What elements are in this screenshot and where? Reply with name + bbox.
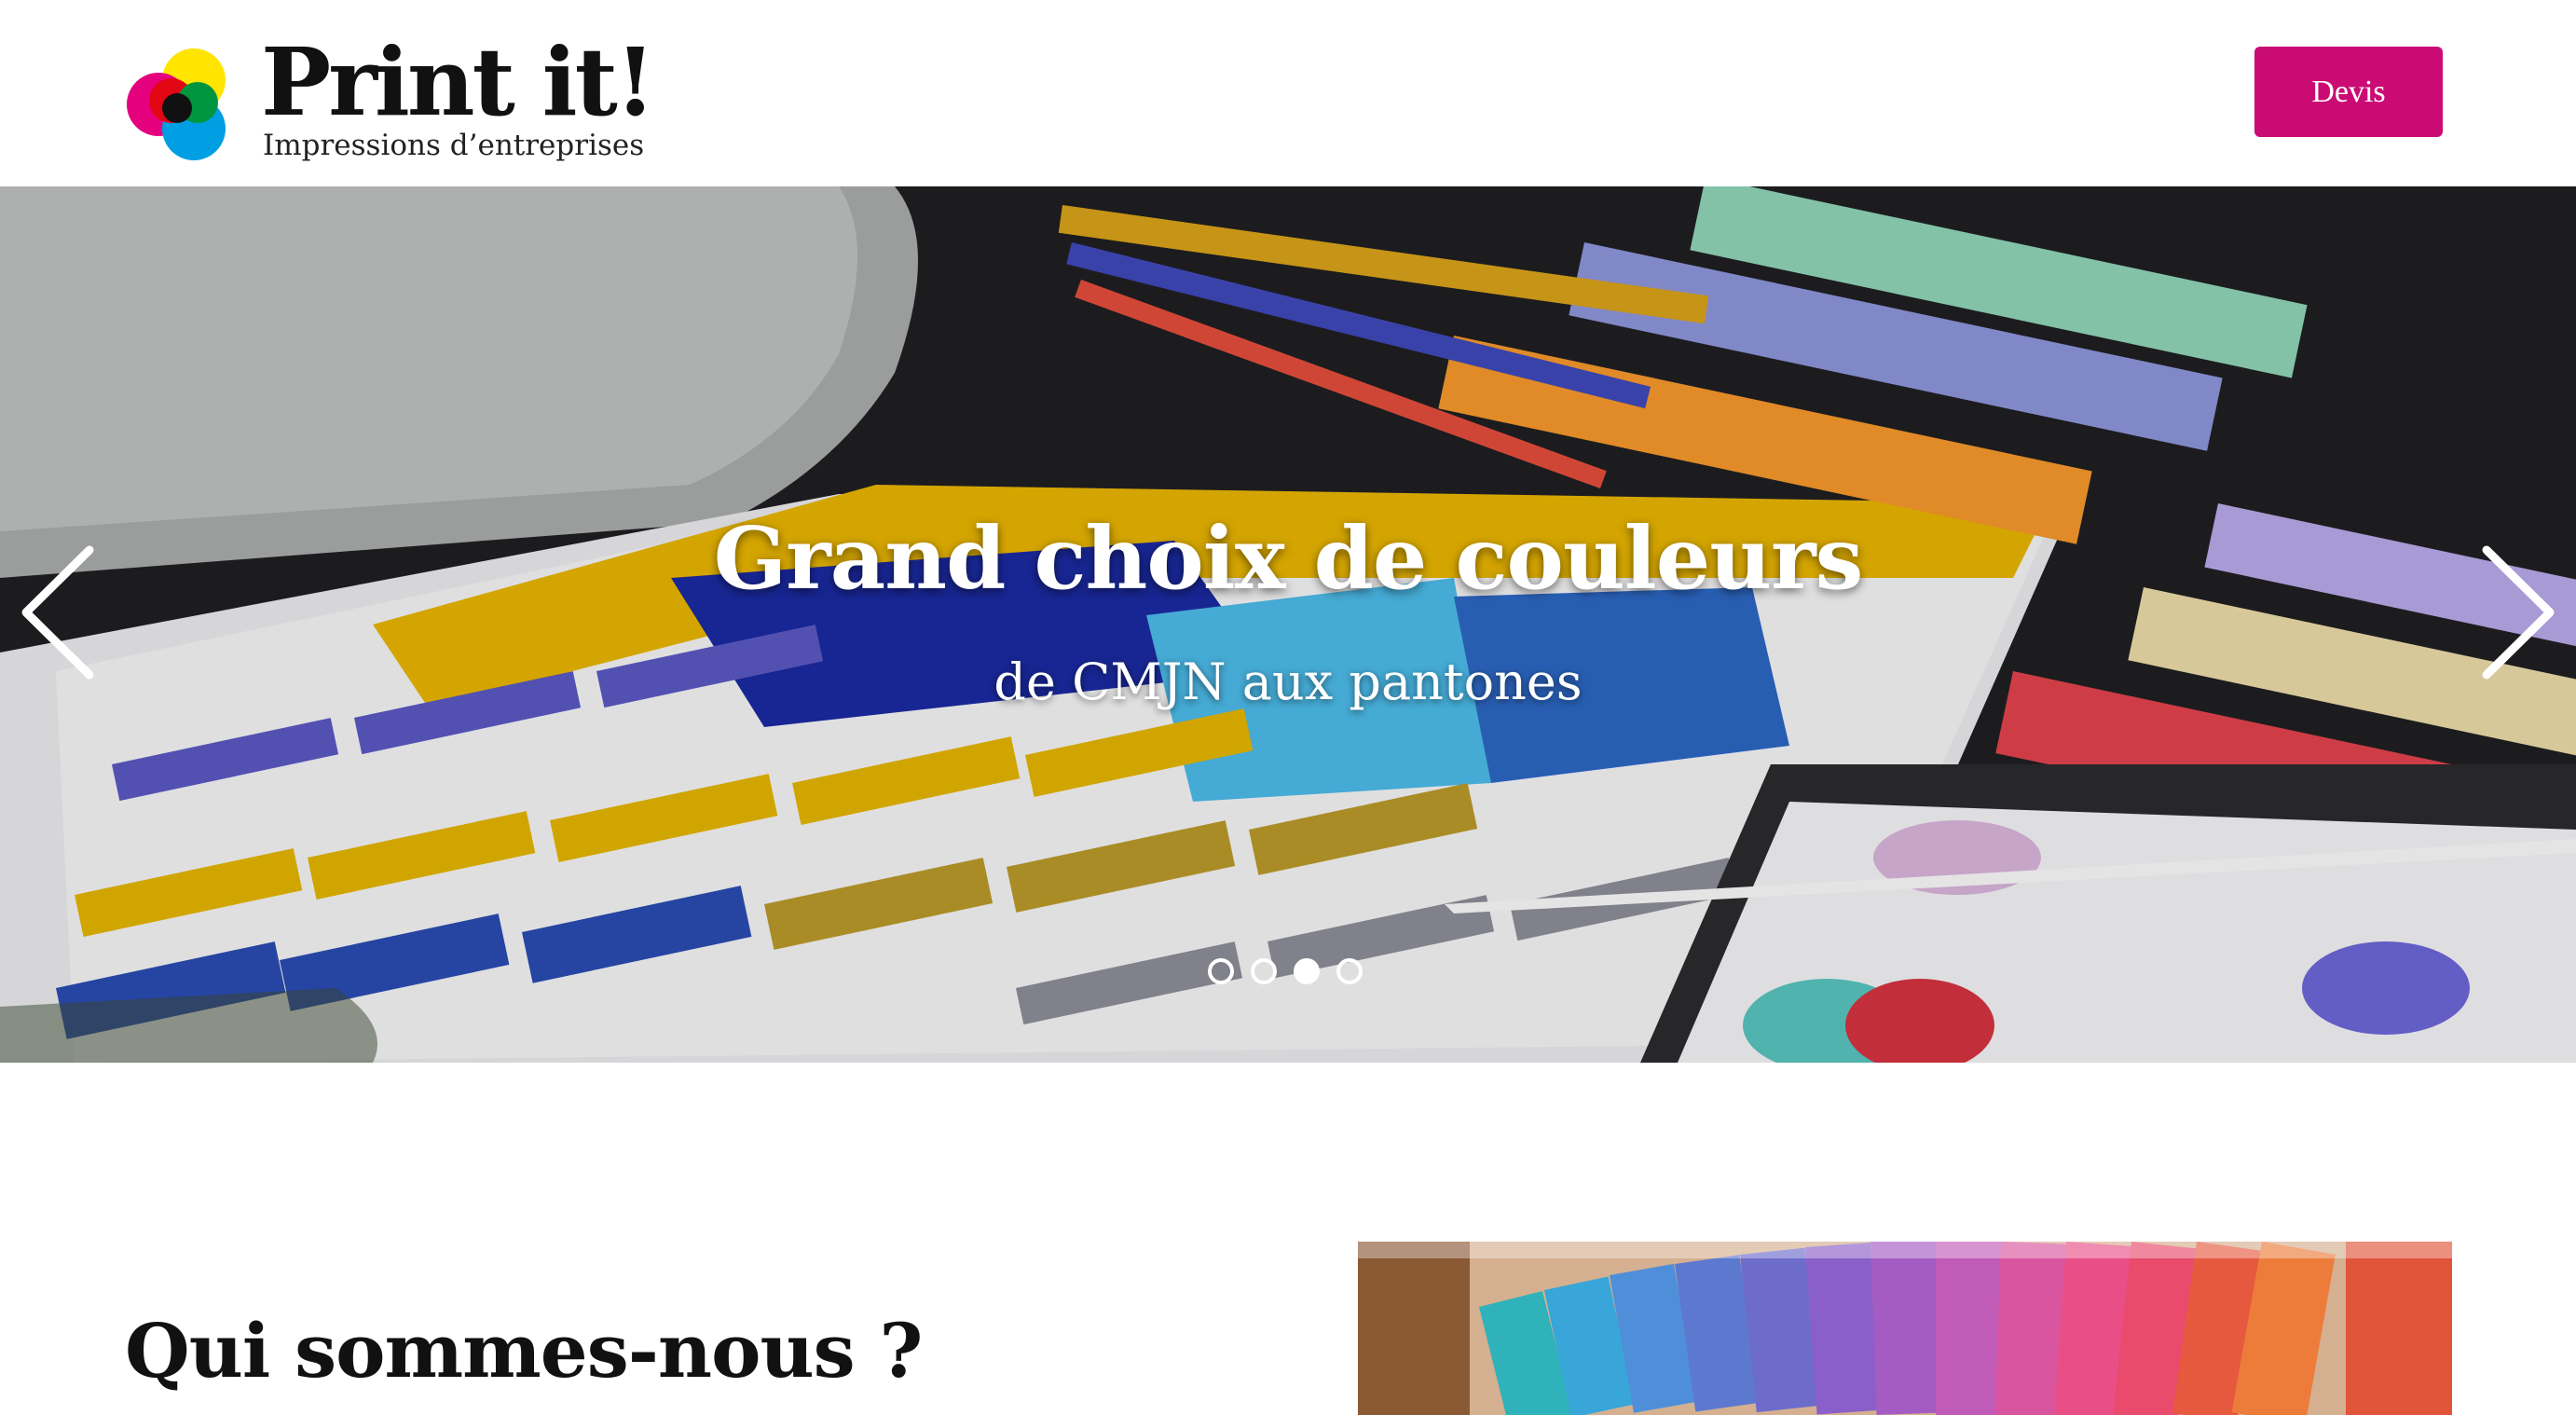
site-header: Print it! Impressions d’entreprises Devi… bbox=[0, 0, 2576, 186]
quote-button[interactable]: Devis bbox=[2254, 47, 2443, 137]
site-logo-link[interactable]: Print it! Impressions d’entreprises bbox=[125, 35, 656, 164]
carousel-dot-2[interactable] bbox=[1251, 958, 1277, 984]
carousel-dot-4[interactable] bbox=[1336, 958, 1363, 984]
about-section-title: Qui sommes-nous ? bbox=[125, 1307, 923, 1394]
carousel-indicators bbox=[1208, 958, 1376, 992]
chevron-left-icon bbox=[21, 545, 94, 680]
hero-background-image bbox=[0, 186, 2576, 1063]
carousel-prev-button[interactable] bbox=[13, 543, 106, 682]
logo-title: Print it! bbox=[261, 27, 656, 137]
chevron-right-icon bbox=[2482, 545, 2555, 680]
hero-carousel: Grand choix de couleurs de CMJN aux pant… bbox=[0, 186, 2576, 1063]
about-color-swatches-image bbox=[1358, 1242, 2452, 1415]
logo-subtitle: Impressions d’entreprises bbox=[263, 129, 645, 162]
cmyk-logo-icon bbox=[127, 48, 226, 160]
hero-title: Grand choix de couleurs bbox=[713, 508, 1864, 609]
carousel-dot-3[interactable] bbox=[1294, 958, 1320, 984]
hero-subtitle: de CMJN aux pantones bbox=[993, 653, 1583, 711]
carousel-next-button[interactable] bbox=[2470, 543, 2563, 682]
carousel-dot-1[interactable] bbox=[1208, 958, 1234, 984]
